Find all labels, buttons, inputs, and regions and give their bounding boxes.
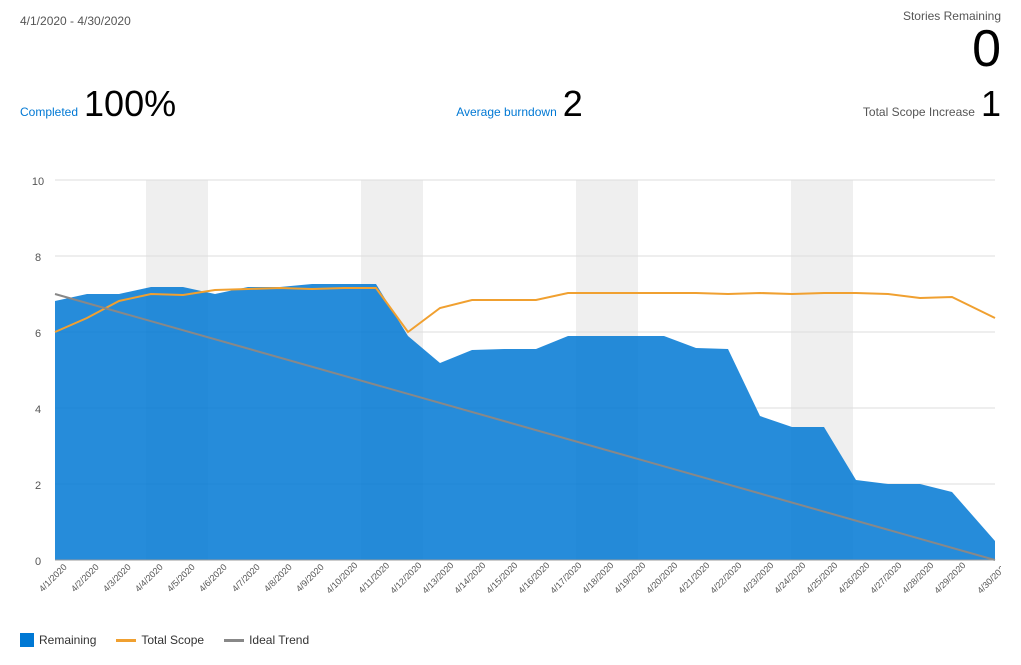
svg-text:4/15/2020: 4/15/2020 bbox=[484, 560, 519, 595]
svg-text:4/4/2020: 4/4/2020 bbox=[133, 562, 165, 594]
chart-area: 0 2 4 6 8 10 bbox=[20, 135, 1001, 595]
remaining-icon bbox=[20, 633, 34, 647]
total-scope-label: Total Scope Increase bbox=[863, 105, 975, 119]
avg-burndown-metric: Average burndown 2 bbox=[456, 83, 583, 125]
header: 4/1/2020 - 4/30/2020 Stories Remaining 0 bbox=[0, 0, 1021, 75]
total-scope-legend-label: Total Scope bbox=[141, 633, 204, 647]
svg-text:4/10/2020: 4/10/2020 bbox=[324, 560, 359, 595]
total-scope-icon bbox=[116, 639, 136, 642]
svg-text:4/24/2020: 4/24/2020 bbox=[772, 560, 807, 595]
svg-text:4/22/2020: 4/22/2020 bbox=[708, 560, 743, 595]
svg-text:4/23/2020: 4/23/2020 bbox=[740, 560, 775, 595]
legend-remaining: Remaining bbox=[20, 633, 96, 647]
svg-text:4/2/2020: 4/2/2020 bbox=[69, 562, 101, 594]
svg-text:4/25/2020: 4/25/2020 bbox=[804, 560, 839, 595]
svg-text:4/9/2020: 4/9/2020 bbox=[294, 562, 326, 594]
svg-text:0: 0 bbox=[35, 556, 41, 568]
date-range: 4/1/2020 - 4/30/2020 bbox=[20, 10, 131, 28]
svg-text:4/11/2020: 4/11/2020 bbox=[356, 561, 391, 596]
svg-text:4/21/2020: 4/21/2020 bbox=[676, 560, 711, 595]
svg-text:4/16/2020: 4/16/2020 bbox=[516, 560, 551, 595]
remaining-area bbox=[55, 284, 995, 560]
svg-text:4/5/2020: 4/5/2020 bbox=[165, 562, 197, 594]
stories-remaining-value: 0 bbox=[903, 23, 1001, 75]
svg-text:4/27/2020: 4/27/2020 bbox=[868, 560, 903, 595]
legend-total-scope: Total Scope bbox=[116, 633, 204, 647]
svg-text:8: 8 bbox=[35, 252, 41, 264]
completed-value: 100% bbox=[84, 83, 176, 125]
completed-label: Completed bbox=[20, 105, 78, 119]
total-scope-metric: Total Scope Increase 1 bbox=[863, 83, 1001, 125]
svg-text:4/19/2020: 4/19/2020 bbox=[612, 560, 647, 595]
svg-text:4/14/2020: 4/14/2020 bbox=[452, 560, 487, 595]
completed-metric: Completed 100% bbox=[20, 83, 176, 125]
chart-svg: 0 2 4 6 8 10 bbox=[20, 135, 1001, 595]
svg-text:4/17/2020: 4/17/2020 bbox=[548, 560, 583, 595]
svg-text:4/18/2020: 4/18/2020 bbox=[580, 560, 615, 595]
svg-text:4/8/2020: 4/8/2020 bbox=[262, 562, 294, 594]
stories-remaining: Stories Remaining 0 bbox=[903, 10, 1001, 75]
ideal-trend-icon bbox=[224, 639, 244, 642]
legend: Remaining Total Scope Ideal Trend bbox=[0, 625, 1021, 655]
svg-text:4/20/2020: 4/20/2020 bbox=[644, 560, 679, 595]
svg-text:4/29/2020: 4/29/2020 bbox=[932, 560, 967, 595]
svg-text:4/7/2020: 4/7/2020 bbox=[230, 562, 262, 594]
svg-text:4/1/2020: 4/1/2020 bbox=[37, 562, 69, 594]
remaining-label: Remaining bbox=[39, 633, 96, 647]
legend-ideal-trend: Ideal Trend bbox=[224, 633, 309, 647]
svg-text:4/3/2020: 4/3/2020 bbox=[101, 562, 133, 594]
svg-text:4/28/2020: 4/28/2020 bbox=[900, 560, 935, 595]
svg-text:10: 10 bbox=[32, 176, 44, 188]
svg-text:6: 6 bbox=[35, 328, 41, 340]
ideal-trend-label: Ideal Trend bbox=[249, 633, 309, 647]
avg-burndown-value: 2 bbox=[563, 83, 583, 125]
svg-text:4/26/2020: 4/26/2020 bbox=[836, 560, 871, 595]
svg-text:4/12/2020: 4/12/2020 bbox=[388, 560, 423, 595]
svg-text:4/13/2020: 4/13/2020 bbox=[420, 560, 455, 595]
svg-text:4/6/2020: 4/6/2020 bbox=[197, 562, 229, 594]
avg-burndown-label: Average burndown bbox=[456, 105, 557, 119]
svg-text:4: 4 bbox=[35, 404, 41, 416]
svg-text:4/30/2020: 4/30/2020 bbox=[975, 560, 1001, 595]
metrics-row: Completed 100% Average burndown 2 Total … bbox=[0, 75, 1021, 125]
svg-text:2: 2 bbox=[35, 480, 41, 492]
chart-container: 0 2 4 6 8 10 bbox=[20, 135, 1001, 625]
total-scope-value: 1 bbox=[981, 83, 1001, 125]
